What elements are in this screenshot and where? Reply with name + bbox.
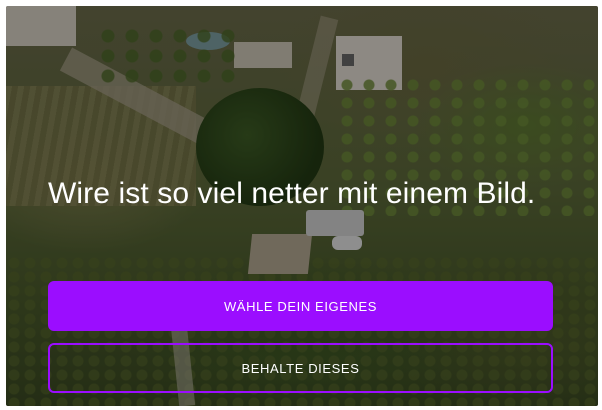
choose-own-picture-label: WÄHLE DEIN EIGENES	[223, 298, 378, 314]
onboarding-headline: Wire ist so viel netter mit einem Bild.	[48, 177, 536, 210]
choose-own-picture-button[interactable]: WÄHLE DEIN EIGENES	[48, 281, 553, 331]
keep-this-picture-button[interactable]: BEHALTE DIESES	[48, 343, 553, 393]
keep-this-picture-label: BEHALTE DIESES	[241, 360, 360, 376]
profile-picture-screen: Wire ist so viel netter mit einem Bild. …	[6, 6, 598, 406]
